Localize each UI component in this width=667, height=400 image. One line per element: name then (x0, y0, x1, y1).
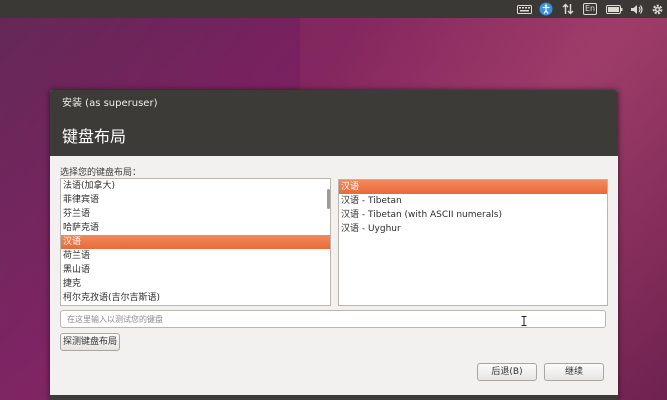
layout-list-item[interactable]: 汉语 (61, 235, 330, 249)
variant-list[interactable]: 汉语 汉语 - Tibetan 汉语 - Tibetan (with ASCII… (338, 179, 608, 306)
detect-layout-button[interactable]: 探测键盘布局 (60, 333, 120, 351)
scroll-thumb[interactable] (327, 189, 330, 209)
top-panel: En (0, 0, 667, 18)
variant-list-item[interactable]: 汉语 (339, 180, 607, 194)
layout-list-item[interactable]: 黑山语 (61, 263, 330, 277)
window-bottom-bar (50, 395, 618, 400)
gear-icon[interactable] (649, 0, 665, 18)
installer-window: 安装 (as superuser) 键盘布局 选择您的键盘布局： 法语(加拿大)… (50, 90, 618, 400)
variant-list-item[interactable]: 汉语 - Tibetan (339, 194, 607, 208)
volume-icon[interactable] (628, 0, 644, 18)
layout-list-item[interactable]: 法语(加拿大) (61, 179, 330, 193)
text-cursor-icon (521, 316, 527, 326)
layout-list-item[interactable]: 荷兰语 (61, 249, 330, 263)
window-title: 安装 (as superuser) (62, 98, 158, 109)
layout-list-scrollbar[interactable] (327, 179, 330, 305)
keyboard-icon[interactable] (514, 0, 534, 18)
accessibility-icon[interactable] (538, 0, 554, 18)
layout-list[interactable]: 法语(加拿大) 菲律宾语 芬兰语 哈萨克语 汉语 荷兰语 黑山语 捷克 柯尔克孜… (60, 178, 331, 306)
variant-list-item[interactable]: 汉语 - Uyghur (339, 222, 607, 236)
layout-list-item[interactable]: 芬兰语 (61, 207, 330, 221)
layout-list-item[interactable]: 菲律宾语 (61, 193, 330, 207)
layout-prompt-label: 选择您的键盘布局： (60, 168, 142, 178)
layout-list-item[interactable]: 捷克 (61, 277, 330, 291)
input-method-indicator[interactable]: En (582, 0, 598, 18)
input-method-label: En (582, 3, 598, 15)
page-title: 键盘布局 (62, 127, 127, 146)
variant-list-item[interactable]: 汉语 - Tibetan (with ASCII numerals) (339, 208, 607, 222)
layout-list-item[interactable]: 柯尔克孜语(吉尔吉斯语) (61, 291, 330, 305)
battery-icon[interactable] (604, 0, 624, 18)
layout-list-item[interactable]: 哈萨克语 (61, 221, 330, 235)
continue-button[interactable]: 继续 (544, 363, 604, 381)
back-button[interactable]: 后退(B) (477, 363, 537, 381)
network-arrows-icon[interactable] (561, 0, 575, 18)
